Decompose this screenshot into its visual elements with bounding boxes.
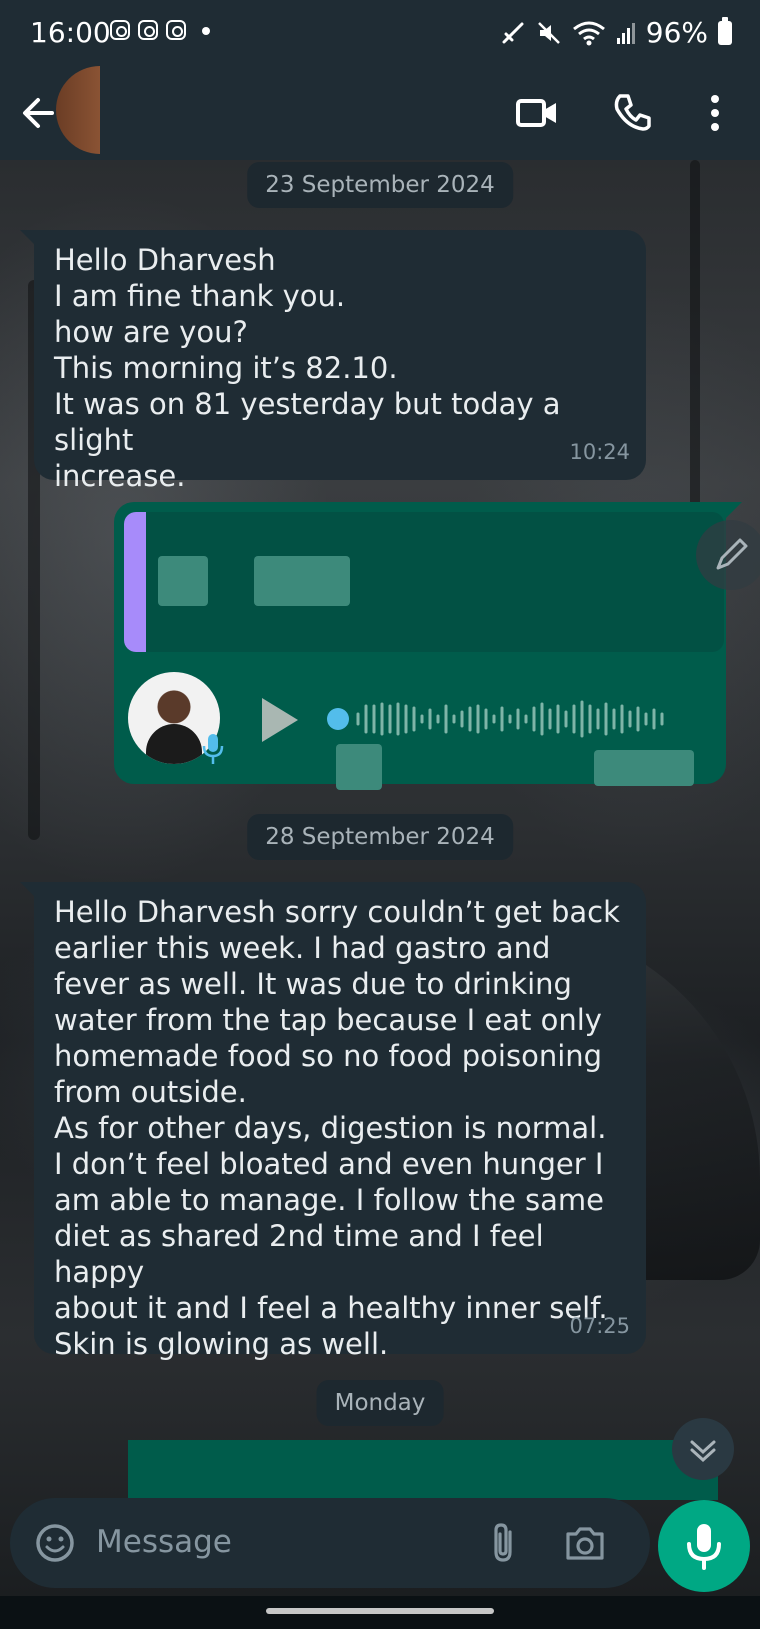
instagram-icon bbox=[138, 20, 158, 40]
message-line: water from the tap because I eat only bbox=[54, 1003, 602, 1037]
outgoing-voice-message[interactable] bbox=[114, 502, 742, 790]
status-time: 16:00 bbox=[30, 16, 111, 49]
message-time: 10:24 bbox=[569, 440, 630, 464]
record-voice-button[interactable] bbox=[658, 1500, 750, 1592]
mic-icon bbox=[687, 1524, 721, 1570]
message-line: This morning it’s 82.10. bbox=[54, 351, 398, 385]
instagram-icon bbox=[110, 20, 130, 40]
signal-icon bbox=[616, 22, 635, 44]
play-icon[interactable] bbox=[262, 698, 298, 742]
wifi-icon bbox=[572, 21, 605, 45]
message-line: Skin is glowing as well. bbox=[54, 1327, 389, 1361]
chat-header bbox=[0, 66, 760, 160]
message-line: about it and I feel a healthy inner self… bbox=[54, 1291, 608, 1325]
date-chip: Monday bbox=[316, 1380, 444, 1426]
message-line: diet as shared 2nd time and I feel happy bbox=[54, 1219, 544, 1289]
redacted-block bbox=[336, 744, 382, 790]
redacted-block bbox=[158, 556, 208, 606]
notification-icons bbox=[110, 20, 210, 40]
message-line: Hello Dharvesh sorry couldn’t get back bbox=[54, 895, 620, 929]
message-line: As for other days, digestion is normal. bbox=[54, 1111, 607, 1145]
home-gesture-pill[interactable] bbox=[266, 1608, 494, 1614]
message-line: earlier this week. I had gastro and bbox=[54, 931, 551, 965]
edit-fab[interactable] bbox=[696, 520, 760, 590]
battery-icon bbox=[718, 16, 732, 45]
message-line: fever as well. It was due to drinking bbox=[54, 967, 572, 1001]
message-line: Hello Dharvesh bbox=[54, 243, 276, 277]
message-line: increase. bbox=[54, 459, 186, 493]
battery-percent: 96% bbox=[645, 16, 708, 49]
message-composer[interactable]: Message bbox=[10, 1498, 650, 1588]
system-nav-bar bbox=[0, 1596, 760, 1629]
incoming-message[interactable]: Hello Dharvesh sorry couldn’t get back e… bbox=[20, 882, 646, 1361]
date-chip: 28 September 2024 bbox=[247, 814, 513, 860]
message-line: I am fine thank you. bbox=[54, 279, 346, 313]
data-saver-icon bbox=[502, 22, 524, 43]
message-line: from outside. bbox=[54, 1075, 247, 1109]
message-line: I don’t feel bloated and even hunger I bbox=[54, 1147, 604, 1181]
message-line: am able to manage. I follow the same bbox=[54, 1183, 605, 1217]
paperclip-icon[interactable] bbox=[480, 1518, 530, 1568]
status-bar: 16:00 96% bbox=[0, 0, 760, 66]
message-line: how are you? bbox=[54, 315, 248, 349]
camera-icon[interactable] bbox=[560, 1518, 610, 1568]
video-camera-icon[interactable] bbox=[512, 88, 562, 138]
message-line: It was on 81 yesterday but today a sligh… bbox=[54, 387, 561, 457]
contact-avatar[interactable] bbox=[56, 66, 100, 154]
message-input[interactable]: Message bbox=[96, 1524, 232, 1560]
phone-icon[interactable] bbox=[608, 88, 658, 138]
redacted-block bbox=[254, 556, 350, 606]
instagram-icon bbox=[166, 20, 186, 40]
scroll-down-button[interactable] bbox=[672, 1418, 734, 1480]
message-line: homemade food so no food poisoning bbox=[54, 1039, 603, 1073]
system-icons: 96% bbox=[500, 16, 732, 49]
redacted-block bbox=[594, 750, 694, 786]
more-vert-icon[interactable] bbox=[690, 88, 740, 138]
quoted-message[interactable] bbox=[124, 512, 724, 652]
outgoing-message-partial[interactable] bbox=[128, 1440, 718, 1500]
emoji-icon[interactable] bbox=[30, 1518, 80, 1568]
mute-icon bbox=[537, 21, 560, 44]
quote-bar bbox=[124, 512, 146, 652]
chevron-down-icon bbox=[690, 1440, 716, 1463]
voice-waveform[interactable] bbox=[324, 692, 694, 746]
mic-icon bbox=[202, 734, 224, 764]
pencil-icon bbox=[716, 538, 748, 570]
more-notifications-dot-icon bbox=[202, 27, 210, 35]
incoming-message[interactable]: Hello Dharvesh I am fine thank you. how … bbox=[20, 230, 646, 493]
message-time: 07:25 bbox=[569, 1314, 630, 1338]
date-chip: 23 September 2024 bbox=[247, 162, 513, 208]
